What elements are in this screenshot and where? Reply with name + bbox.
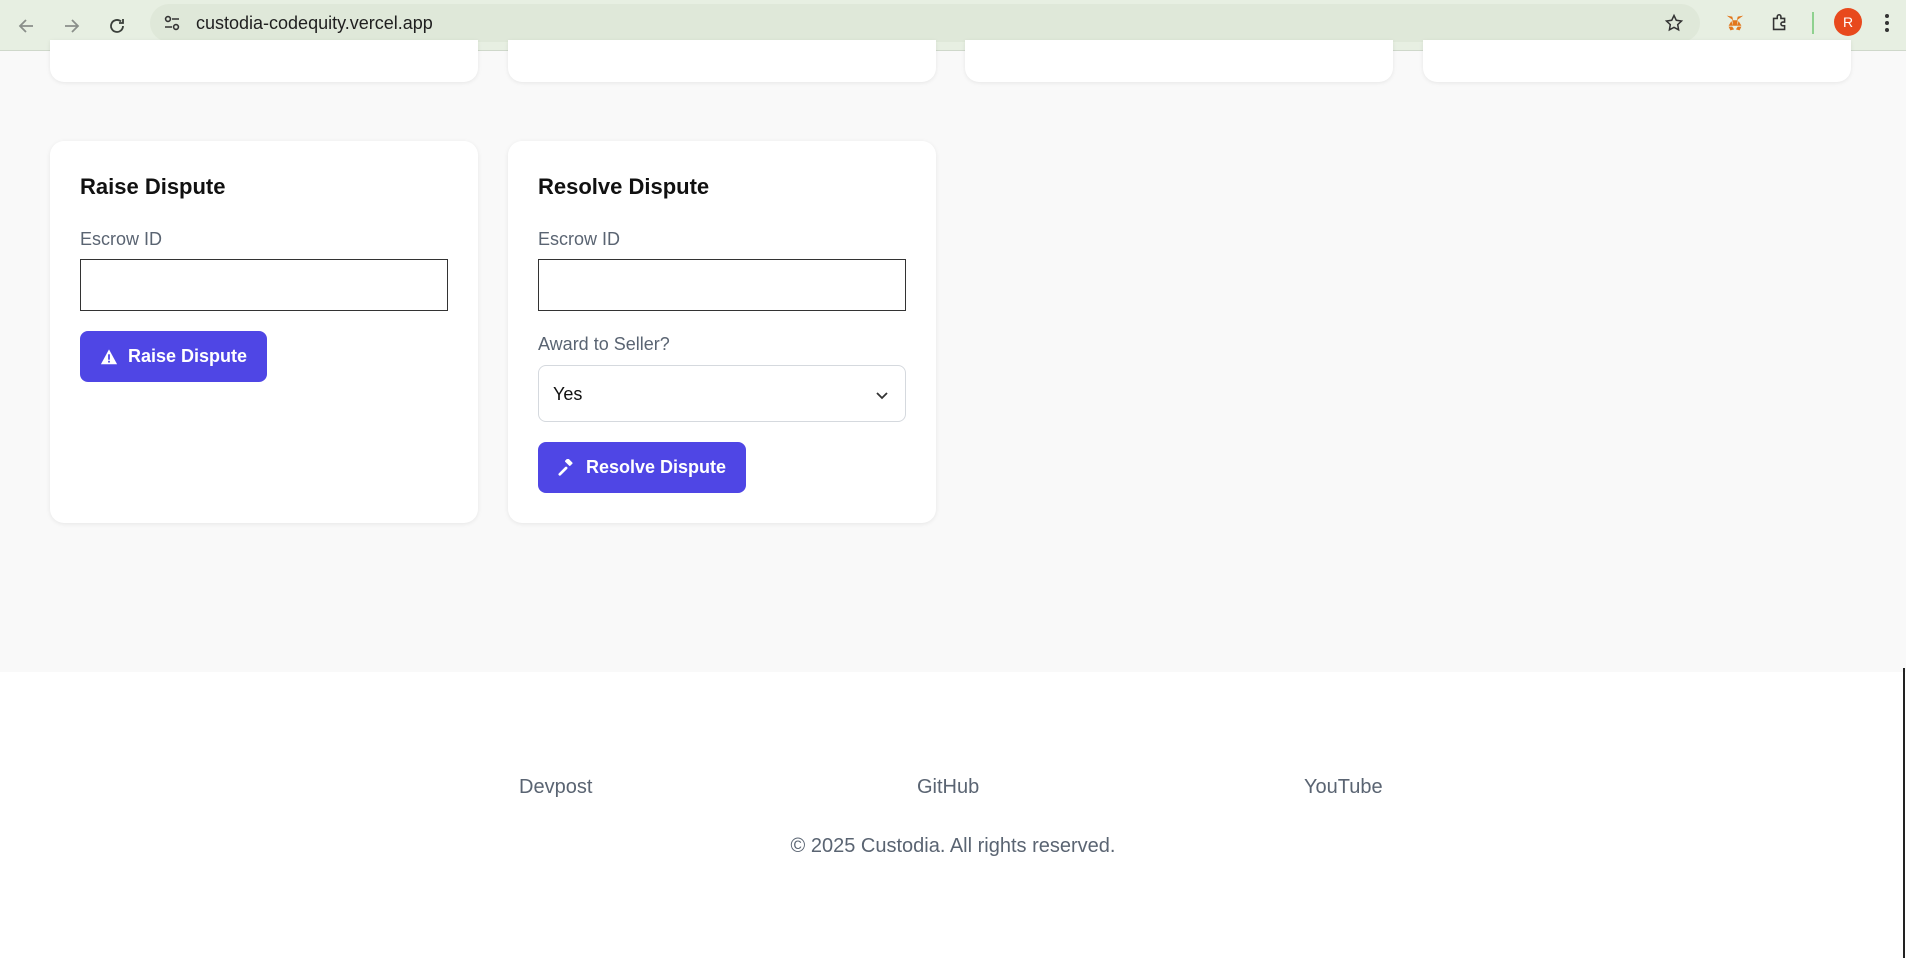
raise-dispute-card: Raise Dispute Escrow ID Raise Dispute [50, 141, 478, 523]
toolbar-separator [1812, 12, 1814, 34]
gavel-icon [558, 458, 573, 476]
resolve-dispute-button-label: Resolve Dispute [586, 457, 727, 477]
resolve-dispute-button[interactable]: Resolve Dispute [538, 442, 747, 493]
scrollbar-edge[interactable] [1903, 668, 1905, 958]
footer-link-github[interactable]: GitHub [917, 776, 979, 799]
more-menu-icon[interactable] [1880, 10, 1894, 36]
award-to-seller-select[interactable]: Yes [538, 365, 906, 422]
copyright-text: © 2025 Custodia. All rights reserved. [790, 835, 1116, 857]
award-selected-value: Yes [553, 384, 583, 404]
site-settings-icon[interactable] [162, 13, 182, 33]
bookmark-star-icon[interactable] [1664, 13, 1684, 33]
card-partial-4 [1423, 40, 1851, 82]
profile-avatar[interactable]: R [1834, 8, 1862, 36]
arrow-right-icon [65, 19, 80, 33]
raise-escrow-id-input[interactable] [80, 259, 448, 311]
resolve-escrow-id-input[interactable] [538, 259, 906, 311]
raise-dispute-title: Raise Dispute [80, 174, 226, 199]
card-partial-1 [50, 40, 478, 82]
raise-dispute-button[interactable]: Raise Dispute [80, 331, 268, 382]
url-text[interactable]: custodia-codequity.vercel.app [196, 13, 433, 33]
resolve-dispute-title: Resolve Dispute [538, 174, 710, 199]
footer-link-devpost[interactable]: Devpost [519, 776, 592, 799]
arrow-left-icon [18, 19, 33, 33]
forward-button[interactable] [53, 8, 89, 44]
award-to-seller-label: Award to Seller? [538, 334, 670, 354]
extensions-puzzle-icon[interactable] [1767, 10, 1793, 36]
page-footer: Devpost GitHub YouTube © 2025 Custodia. … [0, 672, 1906, 958]
reload-button[interactable] [99, 8, 135, 44]
back-button[interactable] [9, 8, 45, 44]
reload-icon [110, 19, 124, 33]
address-bar[interactable]: custodia-codequity.vercel.app [150, 4, 1700, 42]
card-partial-2 [508, 40, 936, 82]
card-partial-3 [965, 40, 1393, 82]
chevron-down-icon [876, 392, 888, 400]
resolve-escrow-id-label: Escrow ID [538, 229, 621, 249]
metamask-extension-icon[interactable] [1722, 10, 1748, 36]
raise-dispute-button-label: Raise Dispute [128, 346, 248, 366]
footer-link-youtube[interactable]: YouTube [1304, 776, 1383, 799]
raise-escrow-id-label: Escrow ID [80, 229, 163, 249]
resolve-dispute-card: Resolve Dispute Escrow ID Award to Selle… [508, 141, 936, 523]
warning-triangle-icon [100, 348, 118, 364]
